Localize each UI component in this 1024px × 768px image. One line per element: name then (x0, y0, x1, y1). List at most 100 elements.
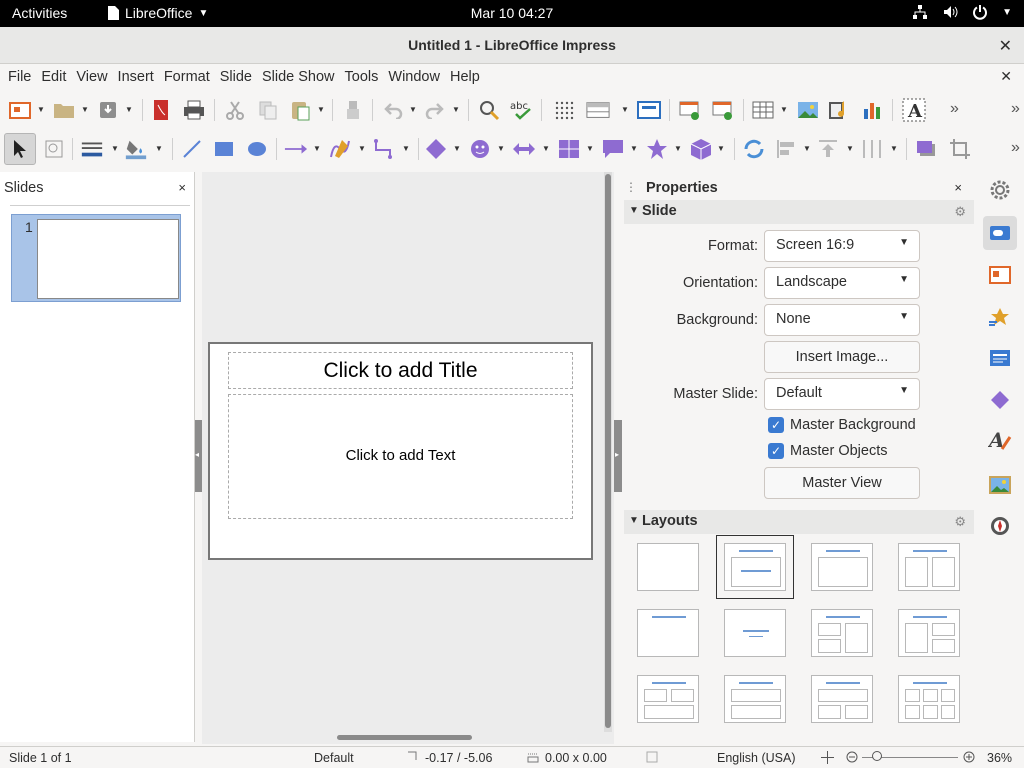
display-grid-icon[interactable] (552, 98, 576, 122)
vertical-scrollbar[interactable] (604, 172, 612, 732)
slide-section-header[interactable]: ▼ Slide ⚙ (624, 200, 974, 224)
paste-icon[interactable] (288, 98, 312, 122)
lines-dropdown-arrow[interactable]: ▼ (312, 144, 322, 154)
paste-dropdown-arrow[interactable]: ▼ (316, 105, 326, 115)
system-tray[interactable]: ▼ (912, 4, 1012, 20)
master-objects-checkbox[interactable]: ✓ Master Objects (768, 443, 888, 459)
insert-chart-icon[interactable] (861, 98, 885, 122)
sidebar-styles-icon[interactable]: A (983, 424, 1017, 458)
slides-pane-close-button[interactable]: × (178, 180, 186, 196)
master-slide-dropdown[interactable]: Default ▼ (764, 378, 920, 410)
more-options-icon[interactable]: ⚙ (954, 514, 966, 530)
rectangle-icon[interactable] (212, 137, 236, 161)
align-objects-icon[interactable] (774, 137, 798, 161)
menu-help[interactable]: Help (445, 69, 485, 85)
layout-title-2content-content[interactable] (811, 609, 873, 657)
layout-title-2content-over-content[interactable] (637, 675, 699, 723)
slides-pane-splitter[interactable] (195, 420, 202, 492)
connectors-icon[interactable] (372, 137, 396, 161)
layout-title-content-alt[interactable] (811, 543, 873, 591)
symbol-shapes-dropdown-arrow[interactable]: ▼ (496, 144, 506, 154)
title-placeholder[interactable]: Click to add Title (228, 352, 573, 389)
sidebar-properties-icon[interactable] (983, 216, 1017, 250)
sidebar-slide-transition-icon[interactable] (983, 258, 1017, 292)
symbol-shapes-icon[interactable] (468, 137, 492, 161)
fill-color-dropdown-arrow[interactable]: ▼ (154, 144, 164, 154)
layout-blank[interactable] (637, 543, 699, 591)
views-dropdown-arrow[interactable]: ▼ (620, 105, 630, 115)
table-dropdown-arrow[interactable]: ▼ (779, 105, 789, 115)
insert-image-button[interactable]: Insert Image... (764, 341, 920, 373)
menu-edit[interactable]: Edit (36, 69, 71, 85)
sidebar-settings-icon[interactable] (983, 173, 1017, 207)
properties-close-button[interactable]: × (954, 180, 962, 195)
master-page-status[interactable]: Default (314, 751, 354, 765)
app-menu[interactable]: LibreOffice ▼ (107, 5, 208, 21)
toolbar-overflow-icon[interactable]: » (950, 100, 959, 118)
save-icon[interactable] (96, 98, 120, 122)
redo-dropdown-arrow[interactable]: ▼ (451, 105, 461, 115)
fill-color-icon[interactable] (124, 137, 148, 161)
zoom-slider-thumb[interactable] (872, 751, 882, 761)
find-replace-icon[interactable] (477, 98, 501, 122)
insert-image-icon[interactable] (796, 98, 820, 122)
basic-shapes-dropdown-arrow[interactable]: ▼ (452, 144, 462, 154)
ellipse-icon[interactable] (245, 137, 269, 161)
start-from-current-icon[interactable] (711, 98, 735, 122)
cut-icon[interactable] (223, 98, 247, 122)
select-tool-icon[interactable] (4, 133, 36, 165)
zoom-out-icon[interactable] (846, 751, 858, 766)
callout-shapes-icon[interactable] (601, 137, 625, 161)
menu-view[interactable]: View (71, 69, 112, 85)
layout-title-two-content[interactable] (898, 543, 960, 591)
save-dropdown-arrow[interactable]: ▼ (124, 105, 134, 115)
menu-file[interactable]: File (3, 69, 36, 85)
flowchart-dropdown-arrow[interactable]: ▼ (585, 144, 595, 154)
shadow-icon[interactable] (914, 137, 938, 161)
activities-button[interactable]: Activities (12, 5, 67, 21)
background-dropdown[interactable]: None ▼ (764, 304, 920, 336)
block-arrows-dropdown-arrow[interactable]: ▼ (541, 144, 551, 154)
slide-edit-area[interactable]: Click to add Title Click to add Text (202, 172, 614, 744)
curves-icon[interactable] (328, 137, 352, 161)
new-presentation-icon[interactable] (8, 98, 32, 122)
connectors-dropdown-arrow[interactable]: ▼ (401, 144, 411, 154)
document-modified-icon[interactable] (646, 751, 658, 766)
layout-centered-text[interactable] (724, 609, 786, 657)
lines-arrows-icon[interactable] (284, 137, 308, 161)
insert-audio-video-icon[interactable] (828, 98, 852, 122)
slide-canvas[interactable]: Click to add Title Click to add Text (208, 342, 593, 560)
redo-icon[interactable] (423, 98, 447, 122)
layouts-section-header[interactable]: ▼ Layouts ⚙ (624, 510, 974, 534)
export-pdf-icon[interactable] (149, 98, 173, 122)
sidebar-shapes-icon[interactable] (983, 383, 1017, 417)
zoom-in-icon[interactable] (963, 751, 975, 766)
close-document-button[interactable]: ✕ (1000, 68, 1012, 85)
layout-title-content-2content[interactable] (898, 609, 960, 657)
toolbar-overflow-icon[interactable]: » (1011, 139, 1020, 157)
rotate-icon[interactable] (742, 137, 766, 161)
window-close-button[interactable]: ✕ (999, 36, 1012, 56)
open-folder-icon[interactable] (52, 98, 76, 122)
layout-title-content[interactable] (716, 535, 794, 599)
arrange-icon[interactable] (816, 137, 840, 161)
flowchart-icon[interactable] (557, 137, 581, 161)
layout-title-content-over-content[interactable] (724, 675, 786, 723)
layout-title-content-over-2content[interactable] (811, 675, 873, 723)
vertical-scrollbar-thumb[interactable] (605, 174, 611, 728)
3d-objects-icon[interactable] (689, 137, 713, 161)
open-dropdown-arrow[interactable]: ▼ (80, 105, 90, 115)
sidebar-master-slides-icon[interactable] (983, 341, 1017, 375)
zoom-pan-icon[interactable] (42, 137, 66, 161)
copy-icon[interactable] (256, 98, 280, 122)
sidebar-animation-icon[interactable] (983, 300, 1017, 334)
stars-dropdown-arrow[interactable]: ▼ (673, 144, 683, 154)
insert-table-icon[interactable] (751, 98, 775, 122)
horizontal-scrollbar[interactable] (202, 733, 604, 742)
distribute-dropdown-arrow[interactable]: ▼ (889, 144, 899, 154)
insert-line-icon[interactable] (180, 137, 204, 161)
menu-window[interactable]: Window (383, 69, 445, 85)
master-background-checkbox[interactable]: ✓ Master Background (768, 417, 916, 433)
master-slide-icon[interactable] (637, 98, 661, 122)
callout-dropdown-arrow[interactable]: ▼ (629, 144, 639, 154)
